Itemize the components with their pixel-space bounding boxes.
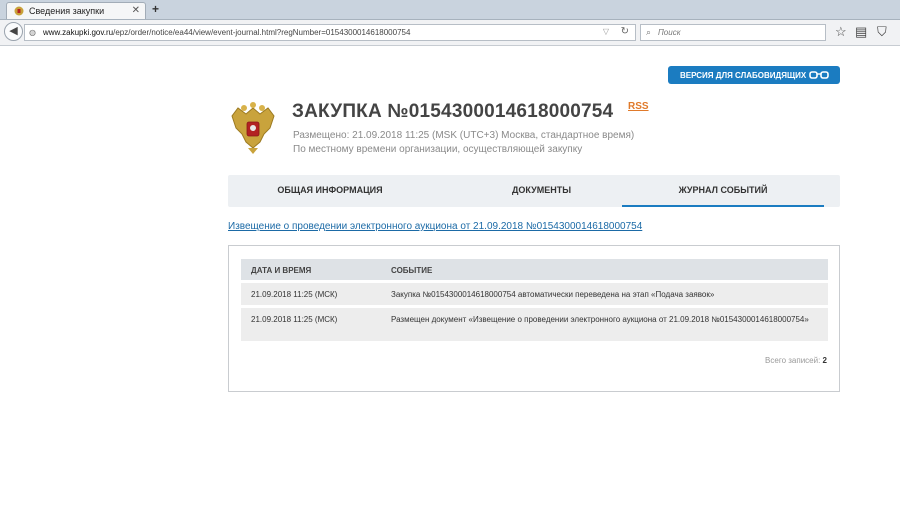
column-event: СОБЫТИЕ: [391, 266, 433, 275]
search-placeholder: Поиск: [658, 28, 681, 37]
table-row: 21.09.2018 11:25 (МСК) Закупка №01543000…: [241, 283, 828, 305]
coat-of-arms-icon: [231, 102, 275, 154]
column-datetime: ДАТА И ВРЕМЯ: [251, 266, 312, 275]
browser-nav-bar: ◀ ◍ www.zakupki.gov.ru/epz/order/notice/…: [0, 20, 900, 46]
browser-tab[interactable]: Сведения закупки ✕: [6, 2, 146, 19]
low-vision-version-button[interactable]: ВЕРСИЯ ДЛЯ СЛАБОВИДЯЩИХ: [668, 66, 840, 84]
event-description: Размещен документ «Извещение о проведени…: [391, 315, 809, 324]
browser-tab-title: Сведения закупки: [29, 6, 105, 16]
new-tab-icon[interactable]: +: [152, 2, 159, 16]
glasses-icon: [809, 71, 829, 79]
globe-icon: ◍: [29, 28, 36, 37]
close-tab-icon[interactable]: ✕: [132, 5, 140, 16]
procurement-tabs: ОБЩАЯ ИНФОРМАЦИЯ ДОКУМЕНТЫ ЖУРНАЛ СОБЫТИ…: [228, 175, 840, 207]
tab-documents[interactable]: ДОКУМЕНТЫ: [438, 175, 645, 207]
bookmarks-library-icon[interactable]: ▤: [855, 24, 867, 40]
events-table-header: ДАТА И ВРЕМЯ СОБЫТИЕ: [241, 259, 828, 280]
rss-link[interactable]: RSS: [628, 101, 649, 112]
reload-icon[interactable]: ↻: [621, 26, 629, 37]
pocket-icon[interactable]: ⛉: [877, 24, 887, 40]
back-arrow-icon[interactable]: ◀: [4, 22, 23, 41]
total-records: Всего записей: 2: [765, 356, 827, 365]
notice-link[interactable]: Извещение о проведении электронного аукц…: [228, 221, 642, 232]
browser-tab-strip: Сведения закупки ✕ +: [0, 0, 900, 20]
address-bar[interactable]: ◍ www.zakupki.gov.ru/epz/order/notice/ea…: [24, 24, 636, 41]
bookmark-star-icon[interactable]: ☆: [835, 24, 847, 40]
tab-general-info[interactable]: ОБЩАЯ ИНФОРМАЦИЯ: [228, 175, 432, 207]
event-datetime: 21.09.2018 11:25 (МСК): [251, 315, 338, 324]
events-panel: ДАТА И ВРЕМЯ СОБЫТИЕ 21.09.2018 11:25 (М…: [228, 245, 840, 392]
address-url: www.zakupki.gov.ru/epz/order/notice/ea44…: [43, 28, 411, 37]
event-datetime: 21.09.2018 11:25 (МСК): [251, 290, 338, 299]
tab-event-journal[interactable]: ЖУРНАЛ СОБЫТИЙ: [622, 175, 824, 207]
timezone-note: По местному времени организации, осущест…: [293, 144, 583, 155]
event-description: Закупка №0154300014618000754 автоматичес…: [391, 290, 715, 299]
eagle-favicon-icon: [14, 6, 24, 16]
posted-date: Размещено: 21.09.2018 11:25 (MSK (UTC+3)…: [293, 130, 635, 141]
total-count: 2: [822, 356, 827, 365]
page-title: ЗАКУПКА №0154300014618000754: [292, 101, 614, 122]
history-dropdown-icon[interactable]: ▽: [603, 27, 609, 36]
search-icon: ⌕: [646, 27, 652, 37]
table-row: 21.09.2018 11:25 (МСК) Размещен документ…: [241, 308, 828, 341]
search-input[interactable]: ⌕ Поиск: [640, 24, 826, 41]
